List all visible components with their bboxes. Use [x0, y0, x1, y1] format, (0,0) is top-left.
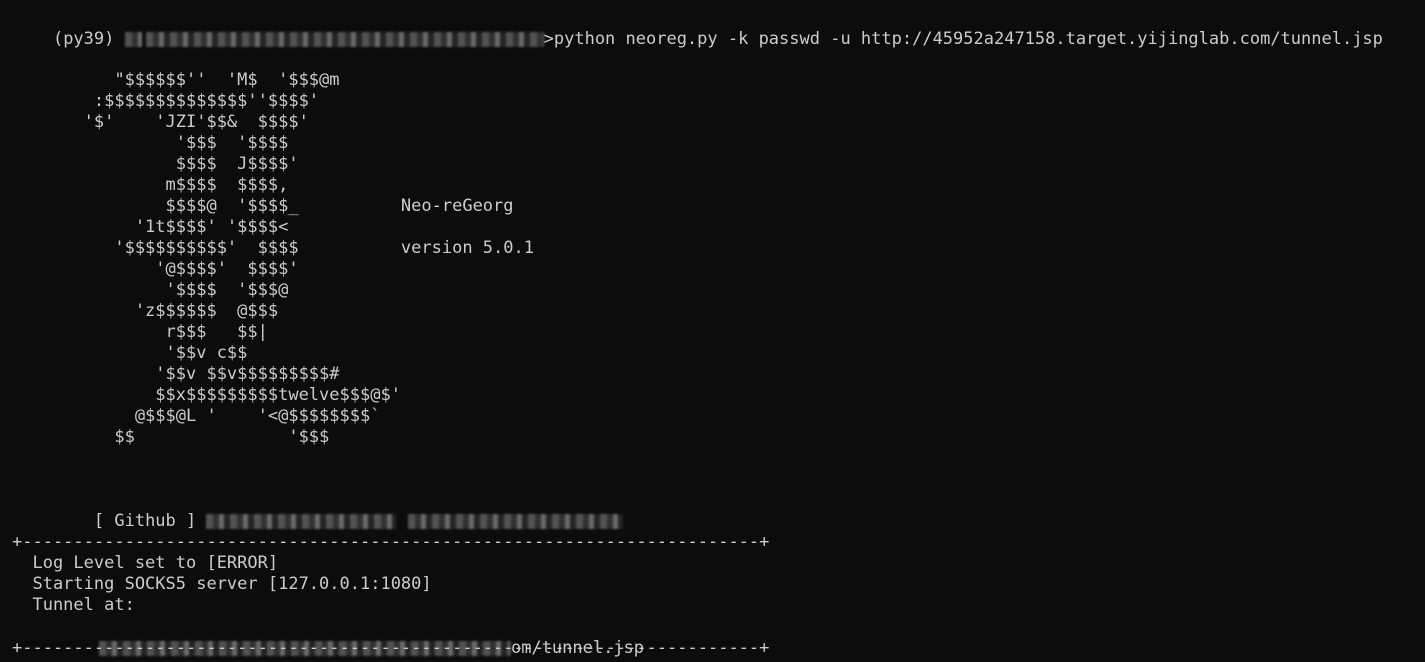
banner-art-line: '$$v $$v$$$$$$$$$#: [12, 364, 340, 384]
banner-art-line: "$$$$$$'' 'M$ '$$$@m: [12, 70, 340, 90]
tunnel-label: Tunnel at:: [12, 595, 135, 615]
banner-art-line: r$$$ $$|: [12, 322, 268, 342]
banner-art-line: m$$$$ $$$$,: [12, 175, 289, 195]
box-bottom-border: +---------------------------------------…: [12, 638, 770, 658]
prompt-env: (py39): [52, 29, 115, 49]
command-line: (py39) >python neoreg.py -k passwd -u ht…: [12, 8, 1383, 49]
github-line: [ Github ]: [12, 490, 624, 531]
banner-art-line: '$$$$$$$$$$' $$$$ version 5.0.1: [12, 238, 534, 258]
terminal-window[interactable]: (py39) >python neoreg.py -k passwd -u ht…: [0, 0, 1425, 662]
banner-art-line: $$ '$$$: [12, 427, 330, 447]
banner-art-line: $$x$$$$$$$$$twelve$$$@$': [12, 385, 401, 405]
banner-art-line: '1t$$$$' '$$$$<: [12, 217, 289, 237]
banner-art-line: '$$$ '$$$$: [12, 133, 289, 153]
redacted-github-url: [408, 513, 624, 529]
banner-art-line: $$$$ J$$$$': [12, 154, 299, 174]
banner-art-line: '$$$$ '$$$@: [12, 280, 289, 300]
banner-art-line: :$$$$$$$$$$$$$$''$$$$': [12, 91, 320, 111]
tunnel-url-line: om/tunnel.jsp: [12, 617, 644, 658]
banner-art-line: 'z$$$$$$ @$$$: [12, 301, 279, 321]
redacted-path: [145, 31, 544, 47]
banner-art-line: '$' 'JZI'$$& $$$$': [12, 112, 309, 132]
banner-art-line: @$$$@L ' '<@$$$$$$$$`: [12, 406, 381, 426]
box-top-border: +---------------------------------------…: [12, 532, 770, 552]
socks-server-text: Starting SOCKS5 server [127.0.0.1:1080]: [12, 574, 432, 594]
github-label: [ Github ]: [52, 511, 207, 531]
banner-art-line: $$$$@ '$$$$_ Neo-reGeorg: [12, 196, 514, 216]
redacted-github-url: [206, 513, 397, 529]
command-text: python neoreg.py -k passwd -u http://459…: [553, 29, 1383, 49]
redacted-path: [124, 31, 142, 47]
banner-art-line: '@$$$$' $$$$': [12, 259, 299, 279]
banner-art-line: '$$v c$$: [12, 343, 248, 363]
prompt-suffix: >: [543, 29, 554, 49]
log-level-text: Log Level set to [ERROR]: [12, 553, 279, 573]
